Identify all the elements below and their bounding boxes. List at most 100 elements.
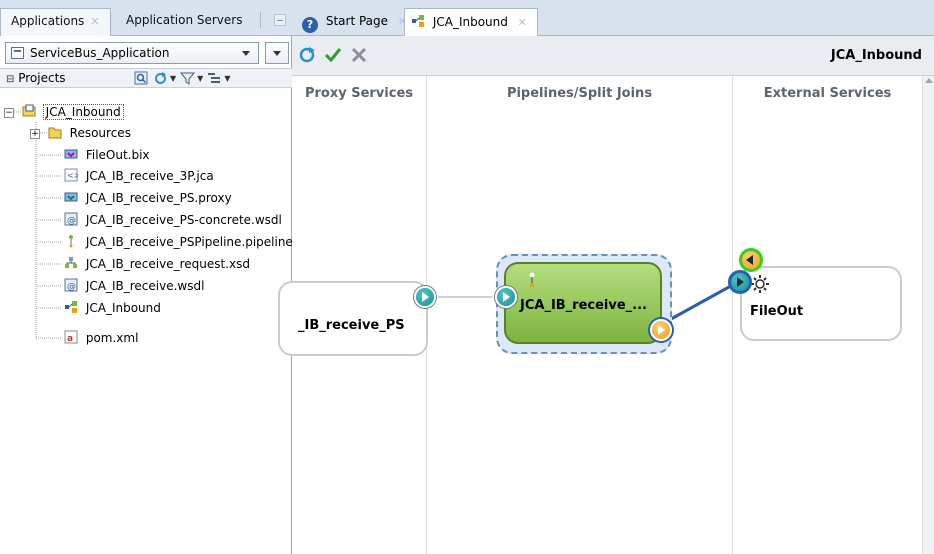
composite-canvas[interactable]: Proxy Services Pipelines/Split Joins Ext… bbox=[278, 76, 922, 554]
chevron-down-icon[interactable]: ▼ bbox=[197, 74, 203, 83]
business-service-icon bbox=[64, 147, 78, 161]
tree-item-label: FileOut.bix bbox=[85, 148, 150, 162]
application-selector[interactable]: ServiceBus_Application bbox=[5, 42, 289, 64]
tree-item-label: JCA_Inbound bbox=[42, 104, 124, 120]
chevron-down-icon[interactable]: ▼ bbox=[224, 74, 230, 83]
external-service-component[interactable]: FileOut bbox=[740, 266, 902, 341]
tab-label: Applications bbox=[11, 14, 85, 28]
tree-item-label: JCA_IB_receive_PS.proxy bbox=[85, 191, 232, 205]
tree-item-file[interactable]: JCA_IB_receive_PSPipeline.pipeline bbox=[64, 232, 293, 252]
tab-label: Application Servers bbox=[126, 13, 243, 27]
tab-label: Start Page bbox=[325, 14, 389, 28]
help-icon: ? bbox=[302, 17, 318, 33]
tab-label: JCA_Inbound bbox=[432, 15, 508, 29]
close-icon[interactable]: ✕ bbox=[90, 15, 99, 28]
tab-divider bbox=[260, 12, 261, 28]
application-navigator: Applications ✕ Application Servers Servic… bbox=[0, 0, 293, 554]
projects-title[interactable]: ⊟ Projects bbox=[6, 71, 66, 85]
pipeline-to-external-wire bbox=[661, 280, 739, 326]
chevron-down-icon bbox=[273, 51, 281, 56]
projects-label: Projects bbox=[18, 71, 66, 85]
arrow-icon bbox=[422, 292, 429, 302]
tree-item-label: JCA_IB_receive_request.xsd bbox=[85, 257, 250, 271]
tree-item-label: JCA_IB_receive_PS-concrete.wsdl bbox=[85, 213, 282, 227]
svg-text:@: @ bbox=[67, 216, 76, 226]
refresh-icon[interactable] bbox=[153, 71, 168, 86]
application-name: ServiceBus_Application bbox=[30, 46, 170, 60]
collapse-icon[interactable]: ⊟ bbox=[6, 74, 14, 85]
projects-header: ⊟ Projects ▼ ▼ ▼ bbox=[0, 68, 292, 88]
projects-toolbar: ▼ ▼ ▼ bbox=[134, 71, 230, 86]
filter-icon[interactable] bbox=[180, 71, 196, 86]
svg-text:a: a bbox=[67, 334, 73, 344]
delete-x-icon[interactable] bbox=[350, 46, 368, 64]
component-label: FileOut bbox=[750, 304, 804, 319]
toolbar-actions bbox=[298, 46, 368, 64]
tree-item-project[interactable]: − JCA_Inbound bbox=[4, 102, 124, 122]
tree-item-file[interactable]: @ JCA_IB_receive_PS-concrete.wsdl bbox=[64, 210, 282, 230]
arrow-icon bbox=[503, 292, 510, 302]
proxy-output-connector[interactable] bbox=[414, 286, 436, 308]
pipeline-icon bbox=[64, 234, 78, 248]
xsd-icon bbox=[64, 256, 78, 270]
tab-applications[interactable]: Applications ✕ bbox=[0, 8, 111, 36]
tree-item-file[interactable]: FileOut.bix bbox=[64, 145, 150, 165]
composite-editor: ? Start Page ✕ JCA_Inbound ✕ JCA_Inbound… bbox=[278, 0, 934, 554]
tree-item-resources[interactable]: + Resources bbox=[30, 123, 131, 143]
wsdl-icon: @ bbox=[64, 212, 78, 226]
component-label: _IB_receive_PS bbox=[298, 318, 405, 333]
tree-item-label: JCA_IB_receive_3P.jca bbox=[85, 169, 214, 183]
tab-start-page[interactable]: ? Start Page ✕ bbox=[296, 8, 417, 36]
tree-item-label: JCA_IB_receive.wsdl bbox=[85, 279, 205, 293]
component-label: JCA_IB_receive_... bbox=[520, 298, 647, 313]
tree-item-file[interactable]: JCA_IB_receive_PS.proxy bbox=[64, 188, 232, 208]
arrow-icon bbox=[658, 325, 665, 335]
tree-item-label: JCA_IB_receive_PSPipeline.pipeline bbox=[85, 235, 293, 249]
tree-item-file[interactable]: @ JCA_IB_receive.wsdl bbox=[64, 276, 204, 296]
svg-text:@: @ bbox=[67, 282, 76, 292]
tree-item-file[interactable]: a pom.xml bbox=[64, 328, 138, 348]
proxy-service-icon bbox=[64, 190, 78, 204]
pipeline-output-connector[interactable] bbox=[650, 319, 672, 341]
collapse-icon[interactable]: − bbox=[4, 108, 14, 118]
tab-application-servers[interactable]: Application Servers bbox=[116, 8, 252, 32]
minimize-icon[interactable] bbox=[274, 14, 286, 26]
tree-item-label: pom.xml bbox=[85, 331, 139, 345]
maven-pom-icon: a bbox=[64, 330, 78, 344]
application-icon bbox=[11, 47, 24, 59]
sort-icon[interactable] bbox=[207, 71, 222, 86]
tree-item-file[interactable]: <> JCA_IB_receive_3P.jca bbox=[64, 166, 214, 186]
validate-checkmark-icon[interactable] bbox=[324, 46, 342, 64]
wsdl-icon: @ bbox=[64, 278, 78, 292]
tree-item-file[interactable]: JCA_IB_receive_request.xsd bbox=[64, 254, 250, 274]
editor-toolbar: JCA_Inbound bbox=[292, 36, 934, 76]
external-reference-connector[interactable] bbox=[739, 248, 763, 272]
close-icon[interactable]: ✕ bbox=[518, 16, 527, 29]
tab-jca-inbound[interactable]: JCA_Inbound ✕ bbox=[404, 8, 538, 36]
chevron-down-icon[interactable]: ▼ bbox=[170, 74, 176, 83]
jca-file-icon: <> bbox=[64, 168, 80, 182]
search-icon[interactable] bbox=[134, 71, 149, 86]
pipeline-component[interactable]: JCA_IB_receive_... bbox=[504, 262, 662, 344]
arrow-left-icon bbox=[746, 255, 753, 265]
tree-item-file[interactable]: JCA_Inbound bbox=[64, 298, 161, 318]
external-input-connector[interactable] bbox=[728, 270, 752, 294]
composite-title: JCA_Inbound bbox=[830, 48, 922, 63]
expand-icon[interactable]: + bbox=[30, 129, 40, 139]
pipeline-input-connector[interactable] bbox=[495, 286, 517, 308]
chevron-down-icon bbox=[242, 51, 250, 56]
tree-item-label: JCA_Inbound bbox=[85, 301, 161, 315]
vertical-scrollbar[interactable] bbox=[922, 76, 934, 554]
application-dropdown[interactable]: ServiceBus_Application bbox=[5, 42, 259, 64]
svg-text:<>: <> bbox=[67, 171, 78, 180]
composite-icon bbox=[64, 300, 78, 314]
refresh-icon[interactable] bbox=[298, 46, 316, 64]
proxy-service-component[interactable]: _IB_receive_PS bbox=[278, 281, 428, 356]
project-folder-icon bbox=[22, 104, 36, 118]
application-menu-button[interactable] bbox=[265, 42, 289, 64]
composite-icon bbox=[411, 11, 425, 27]
pipeline-icon bbox=[529, 272, 535, 287]
scroll-up-icon[interactable] bbox=[925, 78, 933, 83]
editor-tabbar: ? Start Page ✕ JCA_Inbound ✕ bbox=[292, 0, 934, 36]
navigator-tabbar: Applications ✕ Application Servers bbox=[0, 0, 292, 36]
